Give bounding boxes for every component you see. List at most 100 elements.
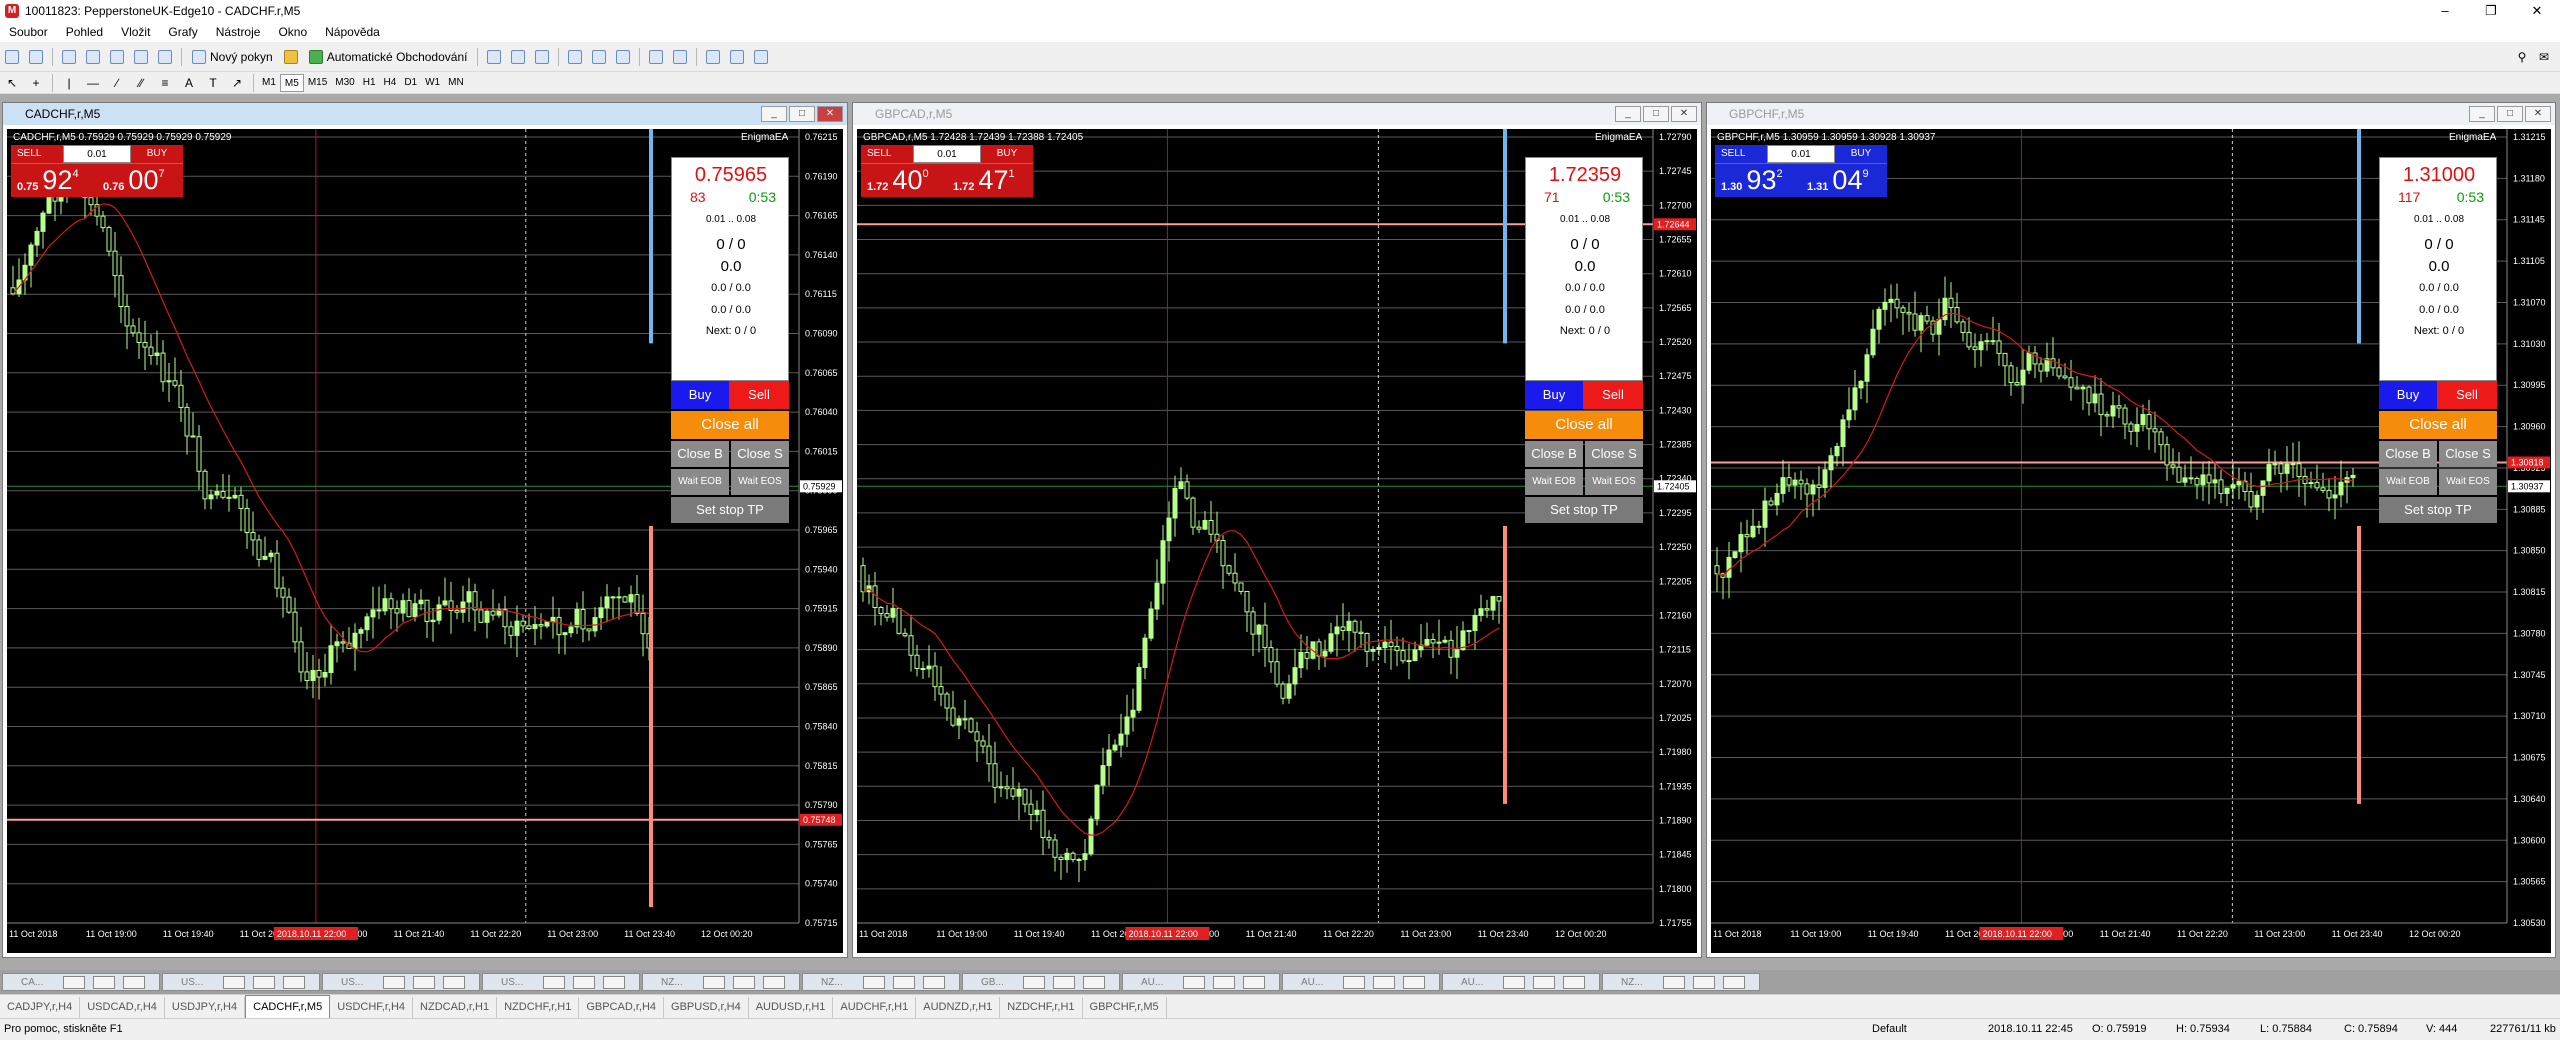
templates-icon[interactable] (750, 46, 772, 68)
timeframe-m30[interactable]: M30 (331, 74, 358, 92)
auto-scroll-icon[interactable] (645, 46, 667, 68)
tester-icon[interactable] (154, 46, 176, 68)
minimize-icon[interactable]: _ (2469, 106, 2495, 122)
minimize-icon[interactable] (1023, 976, 1045, 989)
wait-eos-button[interactable]: Wait EOS (731, 469, 789, 495)
chart-canvas[interactable]: 1.72790 1.72745 1.72700 1.72655 1.72610 1.725… (857, 129, 1697, 953)
chart-window[interactable]: GBPCHF,r,M5 _ □ ✕ 1.31215 1.31180 1.31145 1.311… (1706, 102, 2556, 958)
buy-price-box[interactable]: 1.31 04 9 (1801, 163, 1887, 197)
restore-icon[interactable] (1213, 976, 1235, 989)
symbol-tab[interactable]: AUDCHF,r,H1 (833, 997, 917, 1018)
chart-canvas[interactable]: 0.76215 0.76190 0.76165 0.76140 0.76115 0.760… (7, 129, 843, 953)
one-click-buy-button[interactable]: BUY (1835, 145, 1887, 163)
restore-icon[interactable]: □ (1643, 106, 1669, 122)
close-all-button[interactable]: Close all (2379, 411, 2497, 439)
restore-icon[interactable] (573, 976, 595, 989)
timeframe-m15[interactable]: M15 (304, 74, 331, 92)
close-all-button[interactable]: Close all (671, 411, 789, 439)
minimize-icon[interactable] (1343, 976, 1365, 989)
arrows-icon[interactable]: ↗ (226, 72, 248, 94)
buy-price-box[interactable]: 1.72 47 1 (947, 163, 1033, 197)
profiles-icon[interactable] (25, 46, 47, 68)
close-icon[interactable] (283, 976, 305, 989)
chart-window-titlebar[interactable]: CADCHF,r,M5 _ □ ✕ (3, 103, 847, 125)
window-tab[interactable]: US... (482, 973, 640, 991)
close-icon[interactable] (443, 976, 465, 989)
ea-buy-button[interactable]: Buy (671, 381, 729, 409)
restore-icon[interactable] (733, 976, 755, 989)
lot-size-input[interactable]: 0.01 (913, 145, 981, 163)
close-icon[interactable] (1403, 976, 1425, 989)
window-tab[interactable]: US... (322, 973, 480, 991)
close-icon[interactable] (123, 976, 145, 989)
one-click-sell-button[interactable]: SELL (11, 145, 63, 163)
sell-price-box[interactable]: 1.30 93 2 (1715, 163, 1801, 197)
minimize-icon[interactable] (63, 976, 85, 989)
symbol-tab[interactable]: USDCHF,r,H4 (330, 997, 414, 1018)
minimize-icon[interactable] (383, 976, 405, 989)
close-sell-button[interactable]: Close S (2439, 441, 2497, 467)
symbol-tab[interactable]: USDCAD,r,H4 (80, 997, 165, 1018)
wait-eob-button[interactable]: Wait EOB (671, 469, 729, 495)
minimize-icon[interactable]: – (2422, 0, 2468, 22)
symbol-tab[interactable]: GBPCHF,r,M5 (1083, 997, 1167, 1018)
terminal-icon[interactable] (130, 46, 152, 68)
menu-item[interactable]: Okno (269, 22, 316, 42)
close-icon[interactable] (1563, 976, 1585, 989)
window-tab[interactable]: GB... (962, 973, 1120, 991)
window-tab[interactable]: NZ... (1602, 973, 1760, 991)
symbol-tab[interactable]: GBPUSD,r,H4 (664, 997, 749, 1018)
ea-buy-button[interactable]: Buy (1525, 381, 1583, 409)
buy-price-box[interactable]: 0.76 00 7 (97, 163, 183, 197)
chart-window-titlebar[interactable]: GBPCAD,r,M5 _ □ ✕ (853, 103, 1701, 125)
chart-window[interactable]: GBPCAD,r,M5 _ □ ✕ 1.72790 1.72745 1.72700 1.726… (852, 102, 1702, 958)
minimize-icon[interactable] (863, 976, 885, 989)
new-order-button[interactable]: Nový pokyn (187, 46, 278, 68)
wait-eob-button[interactable]: Wait EOB (2379, 469, 2437, 495)
sell-price-box[interactable]: 0.75 92 4 (11, 163, 97, 197)
vertical-line-icon[interactable]: | (58, 72, 80, 94)
symbol-tab[interactable]: NZDCAD,r,H1 (413, 997, 498, 1018)
new-chart-icon[interactable] (1, 46, 23, 68)
menu-item[interactable]: Soubor (0, 22, 57, 42)
market-watch-icon[interactable] (58, 46, 80, 68)
chart-window-titlebar[interactable]: GBPCHF,r,M5 _ □ ✕ (1707, 103, 2555, 125)
timeframe-mn[interactable]: MN (444, 74, 468, 92)
restore-icon[interactable] (413, 976, 435, 989)
one-click-sell-button[interactable]: SELL (861, 145, 913, 163)
timeframe-m5[interactable]: M5 (279, 73, 304, 92)
minimize-icon[interactable] (223, 976, 245, 989)
tile-windows-icon[interactable] (612, 46, 634, 68)
restore-icon[interactable] (1373, 976, 1395, 989)
symbol-tab[interactable]: CADJPY,r,H4 (0, 997, 81, 1018)
restore-icon[interactable]: □ (2497, 106, 2523, 122)
close-all-button[interactable]: Close all (1525, 411, 1643, 439)
horizontal-line-icon[interactable]: — (82, 72, 104, 94)
timeframe-d1[interactable]: D1 (400, 74, 421, 92)
chart-canvas[interactable]: 1.31215 1.31180 1.31145 1.31105 1.31070 1.310… (1711, 129, 2551, 953)
minimize-icon[interactable] (543, 976, 565, 989)
zoom-in-icon[interactable] (564, 46, 586, 68)
timeframe-h4[interactable]: H4 (380, 74, 401, 92)
chart-shift-icon[interactable] (669, 46, 691, 68)
close-icon[interactable] (1243, 976, 1265, 989)
channel-icon[interactable]: ∕∕ (130, 72, 152, 94)
sell-price-box[interactable]: 1.72 40 0 (861, 163, 947, 197)
window-tab[interactable]: AU... (1442, 973, 1600, 991)
wait-eos-button[interactable]: Wait EOS (1585, 469, 1643, 495)
close-icon[interactable]: ✕ (817, 106, 843, 122)
cursor-icon[interactable]: ↖ (1, 72, 23, 94)
text-icon[interactable]: A (178, 72, 200, 94)
minimize-icon[interactable]: _ (1615, 106, 1641, 122)
chart-window[interactable]: CADCHF,r,M5 _ □ ✕ 0.76215 0.76190 0.76165 0.761… (2, 102, 848, 958)
symbol-tab[interactable]: USDJPY,r,H4 (165, 997, 246, 1018)
menu-item[interactable]: Nástroje (207, 22, 270, 42)
timeframe-m1[interactable]: M1 (258, 74, 280, 92)
symbol-tab[interactable]: AUDNZD,r,H1 (916, 997, 1001, 1018)
set-stop-tp-button[interactable]: Set stop TP (2379, 497, 2497, 523)
autotrading-button[interactable]: Automatické Obchodování (304, 46, 473, 68)
close-icon[interactable] (1083, 976, 1105, 989)
restore-icon[interactable] (93, 976, 115, 989)
close-buy-button[interactable]: Close B (2379, 441, 2437, 467)
close-sell-button[interactable]: Close S (1585, 441, 1643, 467)
